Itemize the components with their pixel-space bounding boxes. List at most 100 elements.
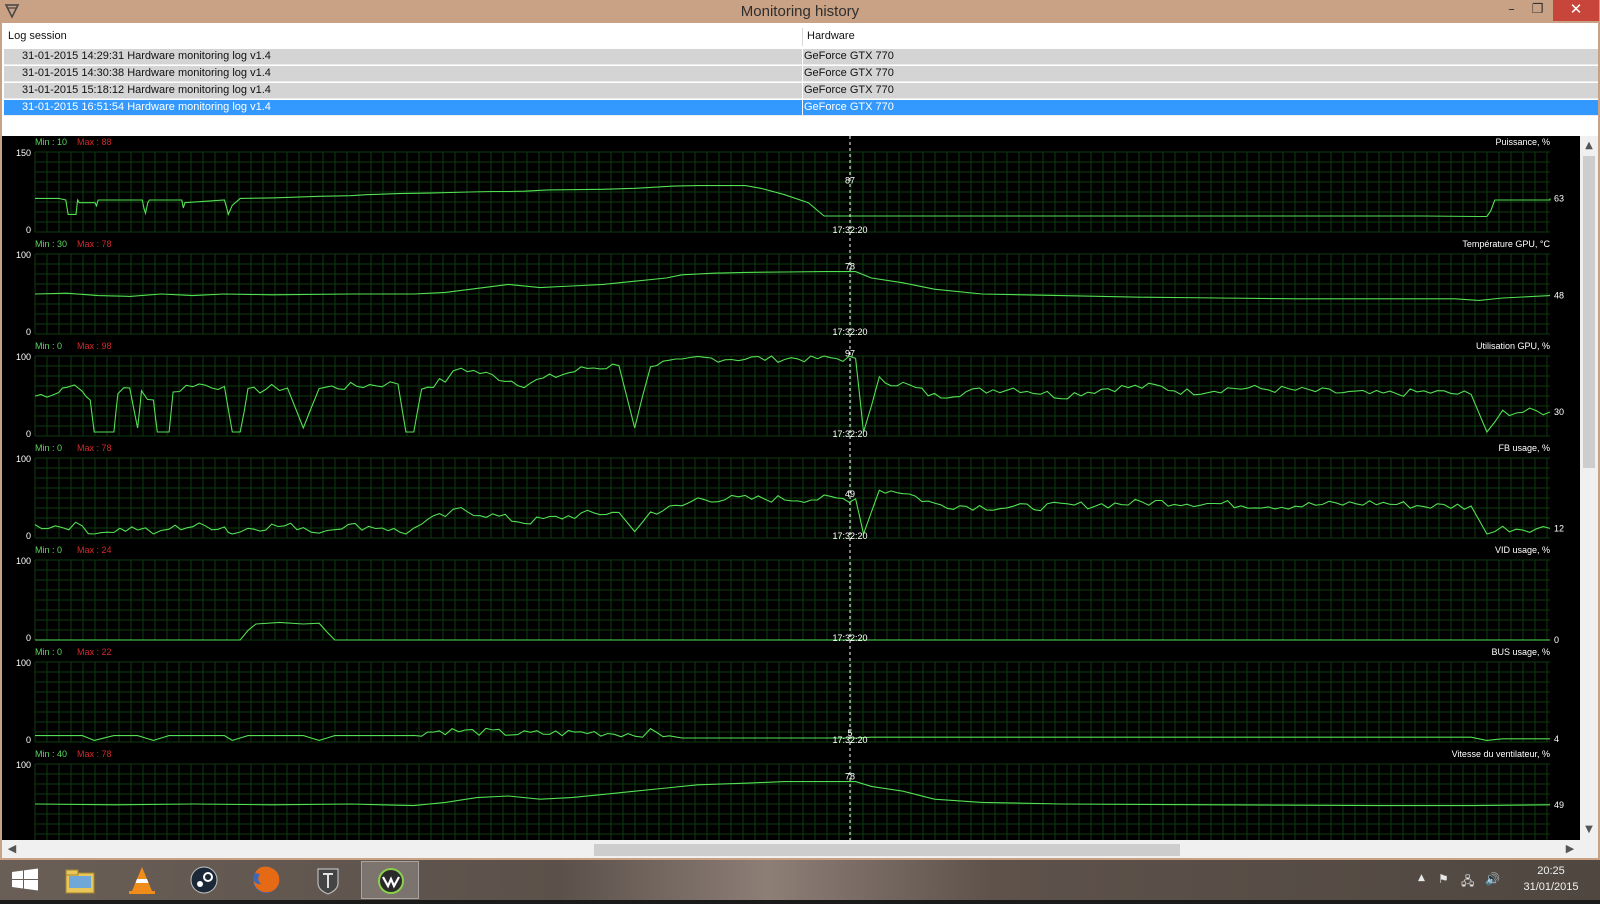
graph-ymin-label: 0 bbox=[26, 225, 31, 235]
graph-current-value: 63 bbox=[1554, 193, 1564, 203]
graph-panel[interactable] bbox=[34, 151, 1551, 233]
volume-icon[interactable]: 🔊 bbox=[1485, 872, 1500, 886]
graph-ymax-label: 100 bbox=[16, 352, 31, 362]
scroll-down-arrow-icon[interactable]: ▼ bbox=[1580, 822, 1598, 838]
session-name: 31-01-2015 14:29:31 Hardware monitoring … bbox=[22, 50, 271, 62]
graph-panel[interactable] bbox=[34, 763, 1551, 840]
graph-max-label: Max : 24 bbox=[77, 545, 112, 555]
scroll-right-arrow-icon[interactable]: ▶ bbox=[1562, 841, 1578, 857]
restore-button[interactable]: ❐ bbox=[1524, 0, 1551, 21]
graph-title: FB usage, % bbox=[1498, 443, 1550, 453]
session-hardware: GeForce GTX 770 bbox=[804, 50, 894, 62]
column-header-log-session[interactable]: Log session bbox=[8, 30, 67, 42]
session-list-header: Log session Hardware bbox=[4, 28, 1598, 46]
session-list: Log session Hardware 31-01-2015 14:29:31… bbox=[0, 23, 1600, 136]
graph-max-label: Max : 88 bbox=[77, 137, 112, 147]
graph-ymax-label: 100 bbox=[16, 658, 31, 668]
graph-series-line bbox=[34, 271, 1551, 301]
session-row-selected[interactable]: 31-01-2015 16:51:54 Hardware monitoring … bbox=[4, 100, 1598, 116]
taskbar-world-of-tanks[interactable] bbox=[299, 861, 357, 899]
column-separator bbox=[802, 66, 803, 82]
graph-ymin-label: 0 bbox=[26, 735, 31, 745]
world-of-tanks-icon bbox=[317, 868, 339, 895]
minimize-button[interactable]: – bbox=[1498, 0, 1525, 21]
clock-time[interactable]: 20:25 bbox=[1506, 865, 1596, 877]
horizontal-scrollbar[interactable]: ◀ ▶ bbox=[0, 840, 1600, 860]
column-separator bbox=[802, 49, 803, 65]
graph-max-label: Max : 22 bbox=[77, 647, 112, 657]
graph-title: BUS usage, % bbox=[1491, 647, 1550, 657]
vlc-cone-icon bbox=[129, 867, 155, 894]
graph-current-value: 0 bbox=[1554, 635, 1559, 645]
graph-min-label: Min : 0 bbox=[35, 443, 62, 453]
graph-series-line bbox=[34, 489, 1551, 536]
graph-max-label: Max : 98 bbox=[77, 341, 112, 351]
graphs-canvas[interactable]: Min : 10 Max : 88 Puissance, %1500638717:3… bbox=[2, 136, 1580, 840]
graph-min-label: Min : 40 bbox=[35, 749, 67, 759]
graph-min-label: Min : 0 bbox=[35, 545, 62, 555]
graph-title: Température GPU, °C bbox=[1462, 239, 1550, 249]
graph-max-label: Max : 78 bbox=[77, 749, 112, 759]
graph-series-line bbox=[35, 727, 1550, 741]
graph-ymax-label: 100 bbox=[16, 760, 31, 770]
graph-panel[interactable] bbox=[34, 355, 1551, 437]
graph-title: Utilisation GPU, % bbox=[1476, 341, 1550, 351]
session-row[interactable]: 31-01-2015 14:30:38 Hardware monitoring … bbox=[4, 66, 1598, 82]
graph-current-value: 49 bbox=[1554, 800, 1564, 810]
start-button[interactable] bbox=[0, 861, 50, 899]
session-row[interactable]: 31-01-2015 15:18:12 Hardware monitoring … bbox=[4, 83, 1598, 99]
steam-icon bbox=[190, 866, 218, 894]
taskbar-vlc[interactable] bbox=[113, 861, 171, 899]
graph-ymin-label: 0 bbox=[26, 531, 31, 541]
graph-ymin-label: 0 bbox=[26, 429, 31, 439]
graph-panel[interactable] bbox=[34, 661, 1550, 743]
column-separator bbox=[802, 83, 803, 99]
msi-afterburner-icon bbox=[378, 868, 404, 894]
graph-series-line bbox=[34, 355, 1551, 434]
graph-min-label: Min : 10 bbox=[35, 137, 67, 147]
graph-ymax-label: 100 bbox=[16, 250, 31, 260]
graph-panel[interactable] bbox=[34, 253, 1551, 335]
session-row[interactable]: 31-01-2015 14:29:31 Hardware monitoring … bbox=[4, 49, 1598, 65]
graph-current-value: 30 bbox=[1554, 407, 1564, 417]
graph-current-value: 12 bbox=[1554, 523, 1564, 533]
graph-min-label: Min : 30 bbox=[35, 239, 67, 249]
graph-ymax-label: 100 bbox=[16, 556, 31, 566]
graph-max-label: Max : 78 bbox=[77, 239, 112, 249]
vertical-scrollbar[interactable]: ▲ ▼ bbox=[1580, 136, 1600, 840]
session-name: 31-01-2015 15:18:12 Hardware monitoring … bbox=[22, 84, 271, 96]
graph-title: Puissance, % bbox=[1495, 137, 1550, 147]
action-center-flag-icon[interactable]: ⚑ bbox=[1438, 872, 1449, 886]
graph-panel[interactable] bbox=[34, 457, 1551, 539]
column-separator bbox=[802, 100, 803, 116]
graph-current-value: 4 bbox=[1554, 734, 1559, 744]
graph-ymin-label: 0 bbox=[26, 327, 31, 337]
clock-date[interactable]: 31/01/2015 bbox=[1506, 881, 1596, 893]
session-hardware: GeForce GTX 770 bbox=[804, 101, 894, 113]
column-header-hardware[interactable]: Hardware bbox=[807, 30, 855, 42]
horizontal-scroll-thumb[interactable] bbox=[594, 844, 1180, 856]
vertical-scroll-thumb[interactable] bbox=[1583, 156, 1595, 468]
title-bar[interactable]: Monitoring history – ❐ ✕ bbox=[0, 0, 1600, 23]
scroll-left-arrow-icon[interactable]: ◀ bbox=[4, 841, 20, 857]
scroll-up-arrow-icon[interactable]: ▲ bbox=[1580, 138, 1598, 154]
folder-icon bbox=[65, 869, 95, 894]
monitoring-graphs[interactable]: Min : 10 Max : 88 Puissance, % 150 0 63 87 17:3… bbox=[0, 136, 1580, 840]
taskbar-firefox[interactable] bbox=[237, 861, 295, 899]
window-title: Monitoring history bbox=[740, 3, 860, 20]
taskbar-steam[interactable] bbox=[175, 861, 233, 899]
taskbar-msi-afterburner[interactable] bbox=[361, 861, 419, 899]
firefox-icon bbox=[253, 866, 280, 893]
session-name: 31-01-2015 16:51:54 Hardware monitoring … bbox=[22, 101, 271, 113]
column-divider[interactable] bbox=[802, 28, 803, 46]
graph-ymin-label: 0 bbox=[26, 633, 31, 643]
close-button[interactable]: ✕ bbox=[1553, 0, 1599, 21]
show-hidden-icons-icon[interactable]: ▲ bbox=[1418, 873, 1425, 883]
taskbar-file-explorer[interactable] bbox=[51, 861, 109, 899]
graph-ymax-label: 150 bbox=[16, 148, 31, 158]
graph-panel[interactable] bbox=[34, 559, 1550, 641]
graph-ymax-label: 100 bbox=[16, 454, 31, 464]
network-icon[interactable]: 🖧 bbox=[1461, 872, 1474, 893]
windows-logo-icon bbox=[12, 868, 38, 891]
graph-max-label: Max : 78 bbox=[77, 443, 112, 453]
